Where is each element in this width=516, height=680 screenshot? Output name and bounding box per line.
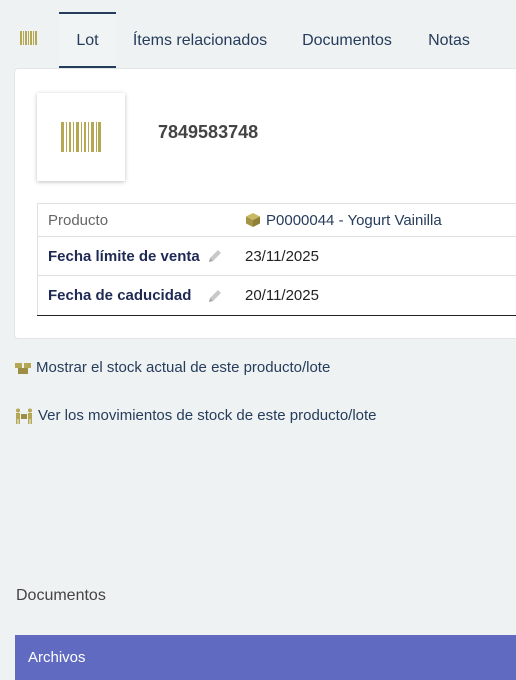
barcode-icon <box>20 31 37 45</box>
box-icon <box>246 213 260 227</box>
pencil-icon[interactable] <box>207 237 223 275</box>
product-link[interactable]: P0000044 - Yogurt Vainilla <box>266 212 442 229</box>
table-row: Fecha límite de venta 23/11/2025 <box>37 237 516 276</box>
files-header-label: Archivos <box>28 649 86 666</box>
show-stock-link[interactable]: Mostrar el stock actual de este producto… <box>14 359 330 376</box>
lot-ref: 7849583748 <box>158 122 259 142</box>
tab-notes[interactable]: Notas <box>420 12 478 68</box>
stock-movements-link[interactable]: Ver los movimientos de stock de este pro… <box>14 407 377 424</box>
eatby-label: Fecha de caducidad <box>48 287 192 304</box>
people-carry-icon <box>16 408 32 424</box>
tab-related-items[interactable]: Ítems relacionados <box>126 12 274 68</box>
lot-fields-table: Producto P0000044 - Yogurt Vainilla Fech… <box>37 203 516 315</box>
files-header: Archivos <box>15 635 516 680</box>
boxes-icon <box>15 362 31 374</box>
sellby-value: 23/11/2025 <box>245 247 319 265</box>
product-value: P0000044 - Yogurt Vainilla <box>245 204 442 236</box>
show-stock-label: Mostrar el stock actual de este producto… <box>36 359 331 376</box>
tab-lot[interactable]: Lot <box>59 12 116 68</box>
stock-movements-label: Ver los movimientos de stock de este pro… <box>38 407 377 424</box>
documents-section-title: Documentos <box>16 587 106 604</box>
sellby-label: Fecha límite de venta <box>48 247 200 265</box>
lot-thumbnail <box>37 93 125 181</box>
eatby-value: 20/11/2025 <box>245 287 319 304</box>
table-row: Fecha de caducidad 20/11/2025 <box>37 276 516 315</box>
pencil-icon[interactable] <box>207 276 223 315</box>
barcode-icon <box>61 122 101 152</box>
table-bottom-border <box>37 315 516 316</box>
tab-documents[interactable]: Documentos <box>294 12 400 68</box>
product-label: Producto <box>48 211 109 229</box>
tab-bar: Lot Ítems relacionados Documentos Notas <box>0 0 516 68</box>
table-row: Producto P0000044 - Yogurt Vainilla <box>37 203 516 237</box>
